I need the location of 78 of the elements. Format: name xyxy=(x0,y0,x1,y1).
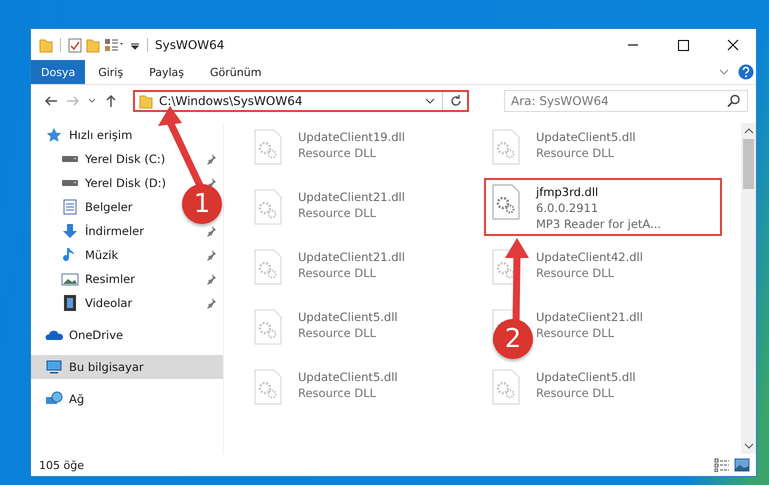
sidebar-item[interactable]: İndirmeler xyxy=(31,219,146,243)
pin-icon[interactable] xyxy=(205,249,217,261)
window-title: SysWOW64 xyxy=(155,38,224,52)
star-icon xyxy=(45,127,63,143)
pin-icon[interactable] xyxy=(205,297,217,309)
file-name: UpdateClient5.dll xyxy=(298,309,398,325)
sidebar-item[interactable]: Yerel Disk (D:) xyxy=(31,171,168,195)
file-detail: Resource DLL xyxy=(298,265,378,281)
gear-file-icon xyxy=(254,189,282,225)
network-icon xyxy=(45,391,63,407)
folder-icon xyxy=(139,93,153,109)
sidebar-item[interactable]: Yerel Disk (C:) xyxy=(31,147,168,171)
gear-file-icon xyxy=(492,369,520,405)
file-detail: Resource DLL xyxy=(536,385,616,401)
gear-file-icon xyxy=(492,129,520,165)
file-name: UpdateClient19.dll xyxy=(298,129,405,145)
file-detail: Resource DLL xyxy=(536,265,616,281)
file-name: UpdateClient5.dll xyxy=(536,129,636,145)
file-detail: Resource DLL xyxy=(298,145,378,161)
gear-file-icon xyxy=(254,369,282,405)
download-arrow-icon xyxy=(61,223,79,239)
refresh-icon[interactable] xyxy=(449,94,463,108)
pin-icon[interactable] xyxy=(205,225,217,237)
file-name: jfmp3rd.dll xyxy=(536,184,600,200)
large-icons-view-icon[interactable] xyxy=(734,458,750,472)
gear-file-icon xyxy=(492,184,520,220)
search-icon[interactable] xyxy=(727,94,741,108)
file-name: UpdateClient21.dll xyxy=(536,309,643,325)
drive-icon xyxy=(61,179,79,187)
address-path: C:\Windows\SysWOW64 xyxy=(159,94,304,108)
pin-icon[interactable] xyxy=(205,153,217,165)
ribbon-tab[interactable]: Giriş xyxy=(85,60,136,84)
sidebar-item[interactable]: Müzik xyxy=(31,243,120,267)
sidebar-item[interactable]: OneDrive xyxy=(31,323,223,347)
sidebar-item[interactable]: Hızlı erişim xyxy=(31,123,223,147)
file-detail: Resource DLL xyxy=(298,385,378,401)
film-icon xyxy=(61,295,79,311)
sidebar-item[interactable]: Ağ xyxy=(31,387,223,411)
drive-icon xyxy=(61,155,79,163)
document-icon xyxy=(61,199,79,215)
view-options-icon[interactable] xyxy=(104,36,126,52)
file-name: UpdateClient21.dll xyxy=(298,189,405,205)
item-count: 105 öğe xyxy=(39,458,84,472)
address-bar[interactable]: C:\Windows\SysWOW64 xyxy=(133,90,469,112)
file-detail: Resource DLL xyxy=(536,325,616,341)
sidebar-item[interactable]: Belgeler xyxy=(31,195,135,219)
scrollbar-thumb[interactable] xyxy=(743,139,754,189)
pin-icon[interactable] xyxy=(205,273,217,285)
file-name: UpdateClient42.dll xyxy=(536,249,643,265)
sidebar-item[interactable]: Resimler xyxy=(31,267,137,291)
scroll-up-icon[interactable] xyxy=(744,127,754,135)
file-detail: Resource DLL xyxy=(536,145,616,161)
ribbon-tab[interactable]: Görünüm xyxy=(197,60,274,84)
picture-icon xyxy=(61,271,79,287)
gear-file-icon xyxy=(254,129,282,165)
file-name: UpdateClient5.dll xyxy=(298,369,398,385)
file-name: UpdateClient5.dll xyxy=(536,369,636,385)
gear-file-icon xyxy=(254,309,282,345)
gear-file-icon xyxy=(254,249,282,285)
sidebar-item[interactable]: Bu bilgisayar xyxy=(31,355,223,379)
details-view-icon[interactable] xyxy=(714,458,730,472)
properties-icon[interactable] xyxy=(68,36,82,52)
file-detail: MP3 Reader for jetA... xyxy=(536,216,662,232)
file-detail: Resource DLL xyxy=(298,325,378,341)
file-tile[interactable]: jfmp3rd.dll 6.0.0.2911 MP3 Reader for jetA... xyxy=(484,178,722,236)
monitor-icon xyxy=(45,359,63,375)
dropdown-caret-icon[interactable] xyxy=(424,96,436,106)
sidebar-item[interactable]: Videolar xyxy=(31,291,134,315)
expand-ribbon-icon[interactable] xyxy=(718,67,730,77)
ribbon-tab[interactable]: Paylaş xyxy=(136,60,197,84)
scrollbar[interactable] xyxy=(741,123,756,454)
search-field[interactable]: Ara: SysWOW64 xyxy=(504,90,748,112)
file-detail: 6.0.0.2911 xyxy=(536,200,600,216)
help-icon[interactable] xyxy=(738,64,754,80)
ribbon-tab[interactable]: Dosya xyxy=(31,60,86,84)
file-name: UpdateClient21.dll xyxy=(298,249,405,265)
file-detail: Resource DLL xyxy=(298,205,378,221)
scroll-down-icon[interactable] xyxy=(744,442,754,450)
